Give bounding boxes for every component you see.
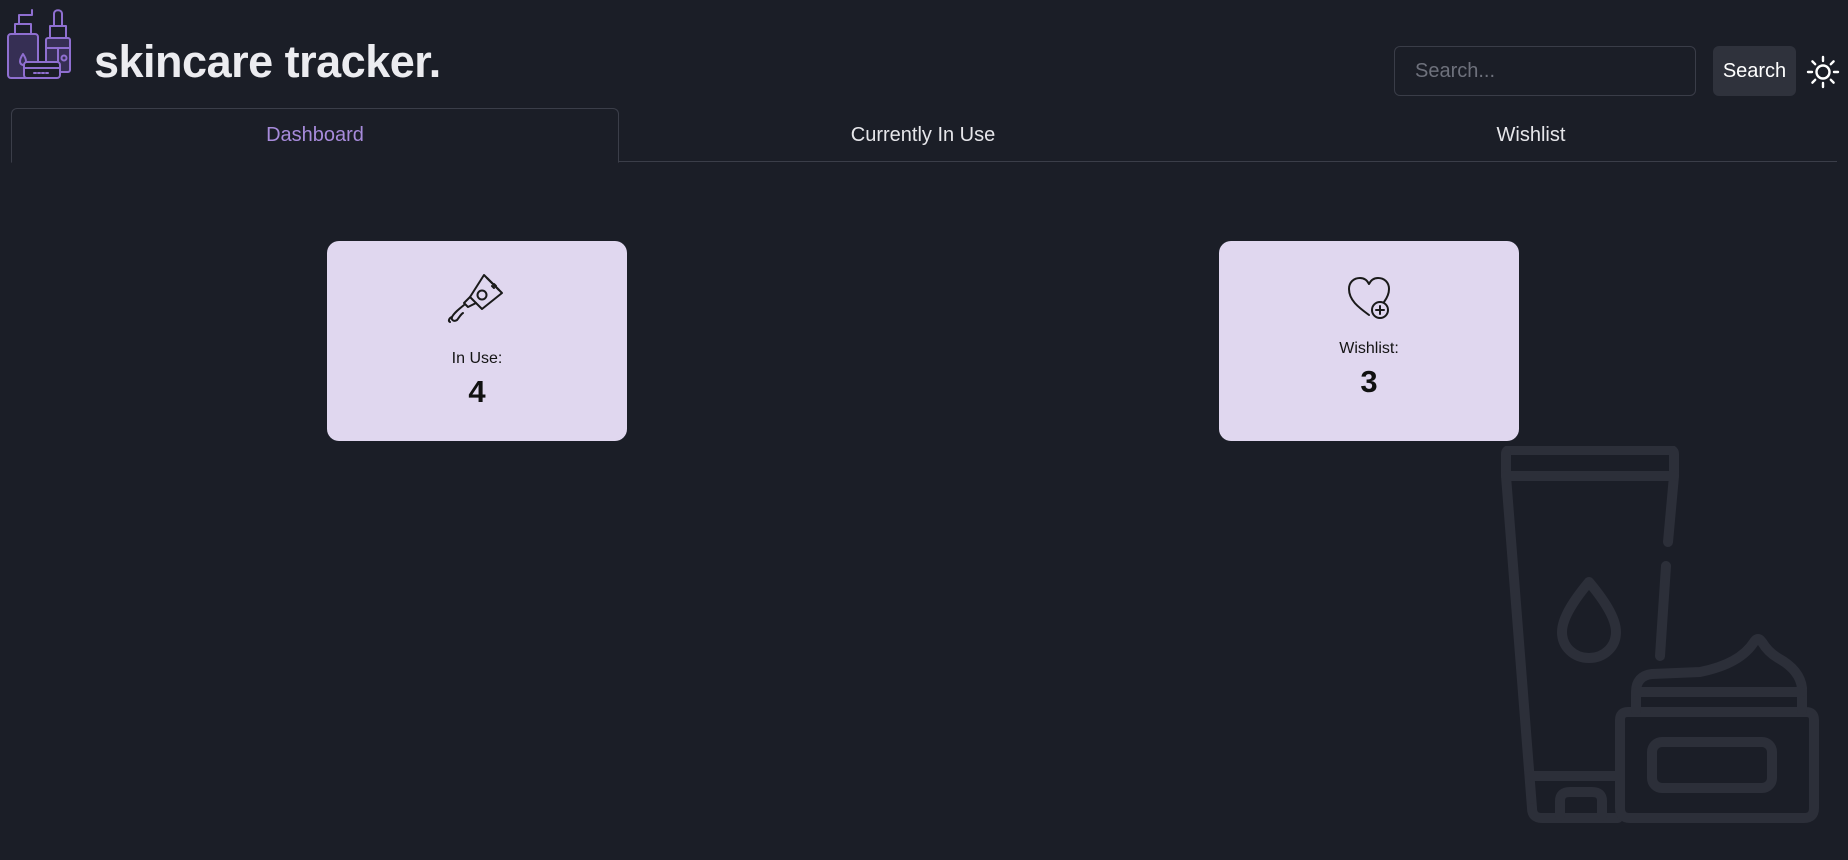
tab-bar: Dashboard Currently In Use Wishlist	[11, 108, 1837, 163]
cream-tube-icon	[446, 269, 508, 331]
search-button[interactable]: Search	[1713, 46, 1796, 96]
tab-dashboard[interactable]: Dashboard	[11, 108, 619, 163]
header: skincare tracker. Search	[0, 0, 1848, 108]
wishlist-label: Wishlist:	[1339, 340, 1399, 357]
in-use-card[interactable]: In Use: 4	[327, 241, 627, 441]
theme-toggle-button[interactable]	[1806, 55, 1840, 89]
in-use-count: 4	[468, 374, 486, 409]
sun-icon	[1806, 55, 1840, 89]
app-logo-icon[interactable]	[6, 6, 80, 82]
tab-wishlist[interactable]: Wishlist	[1227, 108, 1835, 162]
wishlist-card[interactable]: Wishlist: 3	[1219, 241, 1519, 441]
tab-currently-in-use[interactable]: Currently In Use	[619, 108, 1227, 162]
skincare-products-illustration-icon	[1500, 446, 1822, 830]
search-input[interactable]	[1394, 46, 1696, 96]
dashboard-page: skincare tracker. Search Dashboard	[0, 0, 1848, 860]
in-use-label: In Use:	[451, 350, 503, 367]
wishlist-count: 3	[1360, 364, 1378, 399]
heart-plus-icon	[1346, 275, 1392, 321]
app-title: skincare tracker.	[94, 36, 441, 87]
